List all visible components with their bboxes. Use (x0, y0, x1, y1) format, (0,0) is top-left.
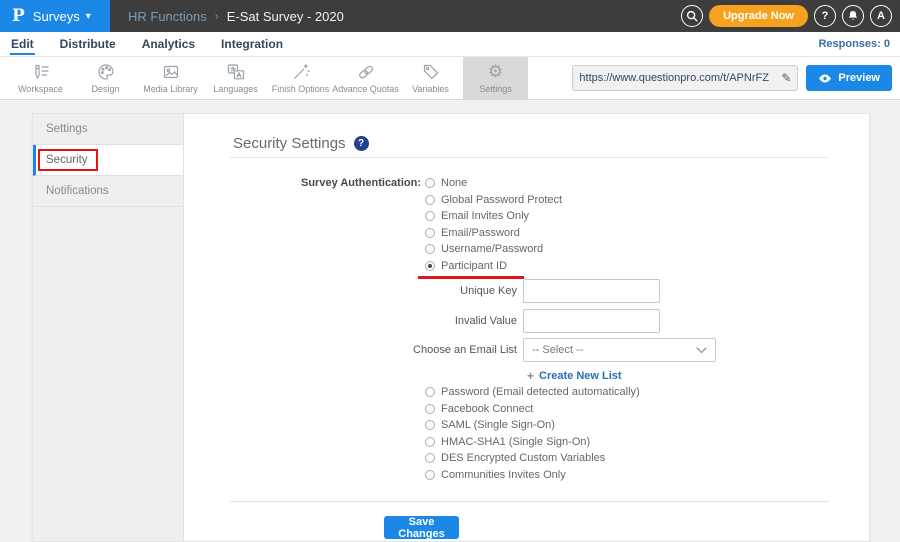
breadcrumb-parent[interactable]: HR Functions (128, 9, 207, 24)
radio-icon (425, 178, 435, 188)
auth-option-none[interactable]: None (425, 175, 562, 192)
unique-key-label: Unique Key (184, 279, 517, 303)
settings-card: Settings Security Notifications Security… (32, 113, 870, 542)
workspace-icon (31, 62, 51, 82)
radio-icon (425, 195, 435, 205)
gear-icon: ⚙ (488, 62, 503, 82)
breadcrumb: HR Functions › E-Sat Survey - 2020 (128, 9, 344, 24)
auth-option-global-password-protect[interactable]: Global Password Protect (425, 192, 562, 209)
survey-url-field[interactable]: ✎ (572, 65, 798, 91)
toolbar-item-workspace[interactable]: Workspace (8, 57, 73, 99)
tab-integration[interactable]: Integration (220, 34, 284, 55)
email-list-selected-value: -- Select -- (532, 344, 696, 356)
edit-toolbar: Workspace Design Media Library Languages… (0, 57, 900, 100)
survey-nav: Edit Distribute Analytics Integration Re… (0, 32, 900, 57)
survey-url-input[interactable] (579, 72, 781, 84)
search-icon (685, 9, 699, 23)
auth-option-saml-sso[interactable]: SAML (Single Sign-On) (425, 417, 640, 434)
topbar-actions: Upgrade Now ? A (681, 5, 900, 27)
toolbar-item-variables[interactable]: Variables (398, 57, 463, 99)
breadcrumb-separator: › (215, 9, 219, 23)
sidebar-item-security[interactable]: Security (33, 145, 183, 176)
settings-sidebar: Settings Security Notifications (33, 114, 184, 541)
invalid-value-label: Invalid Value (184, 309, 517, 333)
radio-icon (425, 228, 435, 238)
radio-selected-icon (425, 261, 435, 271)
brand-menu[interactable]: P Surveys ▾ (0, 0, 110, 32)
auth-option-password-email-detected[interactable]: Password (Email detected automatically) (425, 384, 640, 401)
radio-icon (425, 437, 435, 447)
tab-analytics[interactable]: Analytics (141, 34, 196, 55)
chevron-down-icon (696, 347, 707, 354)
unique-key-input[interactable] (523, 279, 660, 303)
create-new-list-link[interactable]: + Create New List (527, 369, 622, 383)
toolbar-item-media-library[interactable]: Media Library (138, 57, 203, 99)
auth-option-email-invites-only[interactable]: Email Invites Only (425, 208, 562, 225)
save-changes-button[interactable]: Save Changes (384, 516, 459, 539)
email-list-select[interactable]: -- Select -- (523, 338, 716, 362)
auth-options-group-bottom: Password (Email detected automatically) … (425, 384, 640, 483)
plus-icon: + (527, 369, 534, 383)
toolbar-item-finish-options[interactable]: Finish Options (268, 57, 333, 99)
help-button[interactable]: ? (814, 5, 836, 27)
auth-option-hmac-sha1-sso[interactable]: HMAC-SHA1 (Single Sign-On) (425, 434, 640, 451)
email-list-label: Choose an Email List (184, 338, 517, 362)
radio-icon (425, 470, 435, 480)
auth-option-username-password[interactable]: Username/Password (425, 241, 562, 258)
questionpro-logo: P (12, 6, 25, 26)
chain-link-icon (356, 62, 376, 82)
page-title: Security Settings (233, 135, 346, 152)
panel-header: Security Settings ? (233, 135, 369, 152)
divider (230, 157, 829, 158)
sidebar-item-notifications[interactable]: Notifications (33, 176, 183, 207)
upgrade-now-button[interactable]: Upgrade Now (709, 5, 808, 27)
radio-icon (425, 211, 435, 221)
toolbar-item-design[interactable]: Design (73, 57, 138, 99)
notifications-button[interactable] (842, 5, 864, 27)
survey-url-area: ✎ Preview (572, 57, 900, 99)
invalid-value-input[interactable] (523, 309, 660, 333)
avatar-initial: A (877, 10, 885, 22)
search-button[interactable] (681, 5, 703, 27)
image-icon (161, 62, 181, 82)
translate-icon (226, 62, 246, 82)
survey-authentication-label: Survey Authentication: (184, 177, 421, 189)
auth-option-des-encrypted-custom-variables[interactable]: DES Encrypted Custom Variables (425, 450, 640, 467)
toolbar-item-advance-quotas[interactable]: Advance Quotas (333, 57, 398, 99)
edit-pencil-icon[interactable]: ✎ (781, 71, 791, 85)
preview-button[interactable]: Preview (806, 65, 892, 91)
palette-icon (96, 62, 116, 82)
radio-icon (425, 420, 435, 430)
chevron-down-icon: ▾ (86, 11, 91, 22)
auth-options-group-top: None Global Password Protect Email Invit… (425, 175, 562, 274)
auth-option-communities-invites-only[interactable]: Communities Invites Only (425, 467, 640, 484)
auth-option-email-password[interactable]: Email/Password (425, 225, 562, 242)
radio-icon (425, 244, 435, 254)
sidebar-item-settings[interactable]: Settings (33, 114, 183, 145)
tab-edit[interactable]: Edit (10, 34, 35, 55)
question-mark-icon: ? (822, 10, 829, 22)
divider (230, 501, 829, 502)
toolbar-item-settings[interactable]: ⚙ Settings (463, 57, 528, 99)
responses-count[interactable]: Responses: 0 (818, 38, 890, 50)
help-icon[interactable]: ? (354, 136, 369, 151)
radio-icon (425, 453, 435, 463)
tag-icon (421, 62, 441, 82)
bell-icon (846, 9, 860, 23)
tab-distribute[interactable]: Distribute (59, 34, 117, 55)
radio-icon (425, 387, 435, 397)
auth-option-participant-id[interactable]: Participant ID (425, 258, 562, 275)
magic-wand-icon (291, 62, 311, 82)
product-switcher-label: Surveys (33, 9, 80, 24)
toolbar-item-languages[interactable]: Languages (203, 57, 268, 99)
security-settings-panel: Security Settings ? Survey Authenticatio… (184, 114, 869, 541)
account-avatar[interactable]: A (870, 5, 892, 27)
top-bar: P Surveys ▾ HR Functions › E-Sat Survey … (0, 0, 900, 32)
auth-option-facebook-connect[interactable]: Facebook Connect (425, 401, 640, 418)
breadcrumb-current: E-Sat Survey - 2020 (227, 9, 344, 24)
eye-icon (818, 73, 832, 84)
radio-icon (425, 404, 435, 414)
